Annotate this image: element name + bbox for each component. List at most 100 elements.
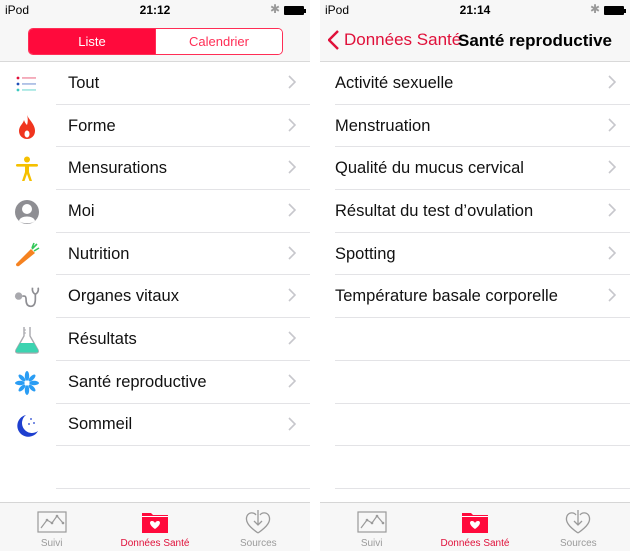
tab-sources[interactable]: Sources <box>207 503 310 551</box>
tab-bar: Suivi Données Santé Sources <box>320 502 630 551</box>
tab-label: Suivi <box>40 538 63 549</box>
carrot-icon <box>14 242 40 268</box>
tab-suivi[interactable]: Suivi <box>320 503 423 551</box>
clock: 21:12 <box>139 3 171 17</box>
item-row-test-ovulation[interactable]: Résultat du test d’ovulation <box>320 190 630 233</box>
item-row-spotting[interactable]: Spotting <box>320 233 630 276</box>
snowflake-icon <box>14 370 40 396</box>
chevron-right-icon <box>288 331 297 350</box>
category-row-nutrition[interactable]: Nutrition <box>0 233 310 276</box>
tab-label: Données Santé <box>120 538 190 549</box>
tab-bar: Suivi Données Santé Sources <box>0 502 310 551</box>
category-label: Sommeil <box>68 415 133 434</box>
health-data-folder-icon <box>460 509 490 535</box>
moon-icon <box>14 413 40 439</box>
flame-icon <box>14 114 40 140</box>
item-row-qualite-mucus[interactable]: Qualité du mucus cervical <box>320 147 630 190</box>
tab-donnees-sante[interactable]: Données Santé <box>423 503 526 551</box>
empty-row <box>320 318 630 361</box>
chart-icon <box>37 509 67 535</box>
empty-row <box>320 361 630 404</box>
chevron-right-icon <box>608 118 617 137</box>
tab-sources[interactable]: Sources <box>527 503 630 551</box>
empty-row <box>320 404 630 447</box>
category-row-tout[interactable]: Tout <box>0 62 310 105</box>
empty-row <box>320 446 630 489</box>
segment-liste[interactable]: Liste <box>29 29 155 54</box>
chevron-right-icon <box>288 246 297 265</box>
list-icon <box>14 71 40 97</box>
health-categories-screen: iPod 21:12 ✱ Liste Calendrier Tout Forme… <box>0 0 310 551</box>
category-label: Forme <box>68 116 116 135</box>
chevron-right-icon <box>288 374 297 393</box>
category-row-forme[interactable]: Forme <box>0 105 310 148</box>
category-list: Tout Forme Mensurations Moi Nutrition Or… <box>0 62 310 489</box>
sources-heart-icon <box>563 509 593 535</box>
bluetooth-icon: ✱ <box>269 2 280 16</box>
reproductive-item-list: Activité sexuelle Menstruation Qualité d… <box>320 62 630 489</box>
view-segmented-control[interactable]: Liste Calendrier <box>28 28 283 55</box>
chevron-right-icon <box>608 246 617 265</box>
chevron-right-icon <box>288 416 297 436</box>
header: iPod 21:12 ✱ Liste Calendrier <box>0 0 310 62</box>
category-row-mensurations[interactable]: Mensurations <box>0 147 310 190</box>
chevron-right-icon <box>288 288 297 307</box>
health-data-folder-icon <box>140 509 170 535</box>
battery-icon <box>604 6 626 15</box>
item-label: Qualité du mucus cervical <box>335 159 524 178</box>
back-label: Données Santé <box>344 30 462 49</box>
reproductive-health-screen: iPod 21:14 ✱ Données Santé Santé reprodu… <box>320 0 630 551</box>
status-bar: iPod 21:12 ✱ <box>0 0 310 20</box>
empty-row <box>0 446 310 489</box>
back-button[interactable]: Données Santé <box>328 30 461 50</box>
tab-donnees-sante[interactable]: Données Santé <box>103 503 206 551</box>
screen-divider <box>310 0 320 551</box>
category-row-organes-vitaux[interactable]: Organes vitaux <box>0 275 310 318</box>
chevron-right-icon <box>288 203 297 222</box>
clock: 21:14 <box>459 3 491 17</box>
category-label: Mensurations <box>68 159 168 178</box>
tab-label: Suivi <box>360 538 383 549</box>
page-title: Santé reproductive <box>458 31 612 50</box>
chevron-right-icon <box>608 160 617 179</box>
tab-suivi[interactable]: Suivi <box>0 503 103 551</box>
tab-label: Données Santé <box>440 538 510 549</box>
category-label: Santé reproductive <box>68 372 207 391</box>
tab-label: Sources <box>559 538 597 549</box>
item-label: Résultat du test d’ovulation <box>335 201 534 220</box>
category-row-resultats[interactable]: Résultats <box>0 318 310 361</box>
battery-icon <box>284 6 306 15</box>
item-row-activite-sexuelle[interactable]: Activité sexuelle <box>320 62 630 105</box>
body-icon <box>14 156 40 182</box>
category-row-sommeil[interactable]: Sommeil <box>0 404 310 447</box>
category-row-moi[interactable]: Moi <box>0 190 310 233</box>
chart-icon <box>357 509 387 535</box>
category-label: Résultats <box>68 329 137 348</box>
chevron-left-icon <box>328 30 339 50</box>
stethoscope-icon <box>14 284 40 310</box>
chevron-right-icon <box>608 288 617 307</box>
category-label: Nutrition <box>68 244 130 263</box>
sources-heart-icon <box>243 509 273 535</box>
status-bar: iPod 21:14 ✱ <box>320 0 630 20</box>
category-label: Organes vitaux <box>68 287 179 306</box>
chevron-right-icon <box>608 203 617 222</box>
chevron-right-icon <box>288 75 297 94</box>
flask-icon <box>14 327 40 354</box>
segment-calendrier[interactable]: Calendrier <box>155 29 282 54</box>
category-row-sante-reproductive[interactable]: Santé reproductive <box>0 361 310 404</box>
item-label: Spotting <box>335 244 396 263</box>
item-row-temperature-basale[interactable]: Température basale corporelle <box>320 275 630 318</box>
category-label: Moi <box>68 201 95 220</box>
item-label: Température basale corporelle <box>335 287 558 306</box>
chevron-right-icon <box>288 160 297 179</box>
item-row-menstruation[interactable]: Menstruation <box>320 105 630 148</box>
tab-label: Sources <box>239 538 277 549</box>
item-label: Menstruation <box>335 116 431 135</box>
header: iPod 21:14 ✱ Données Santé Santé reprodu… <box>320 0 630 62</box>
chevron-right-icon <box>608 75 617 94</box>
person-icon <box>14 199 40 225</box>
category-label: Tout <box>68 73 100 92</box>
navigation-bar: Données Santé Santé reproductive <box>320 28 630 56</box>
chevron-right-icon <box>288 118 297 137</box>
